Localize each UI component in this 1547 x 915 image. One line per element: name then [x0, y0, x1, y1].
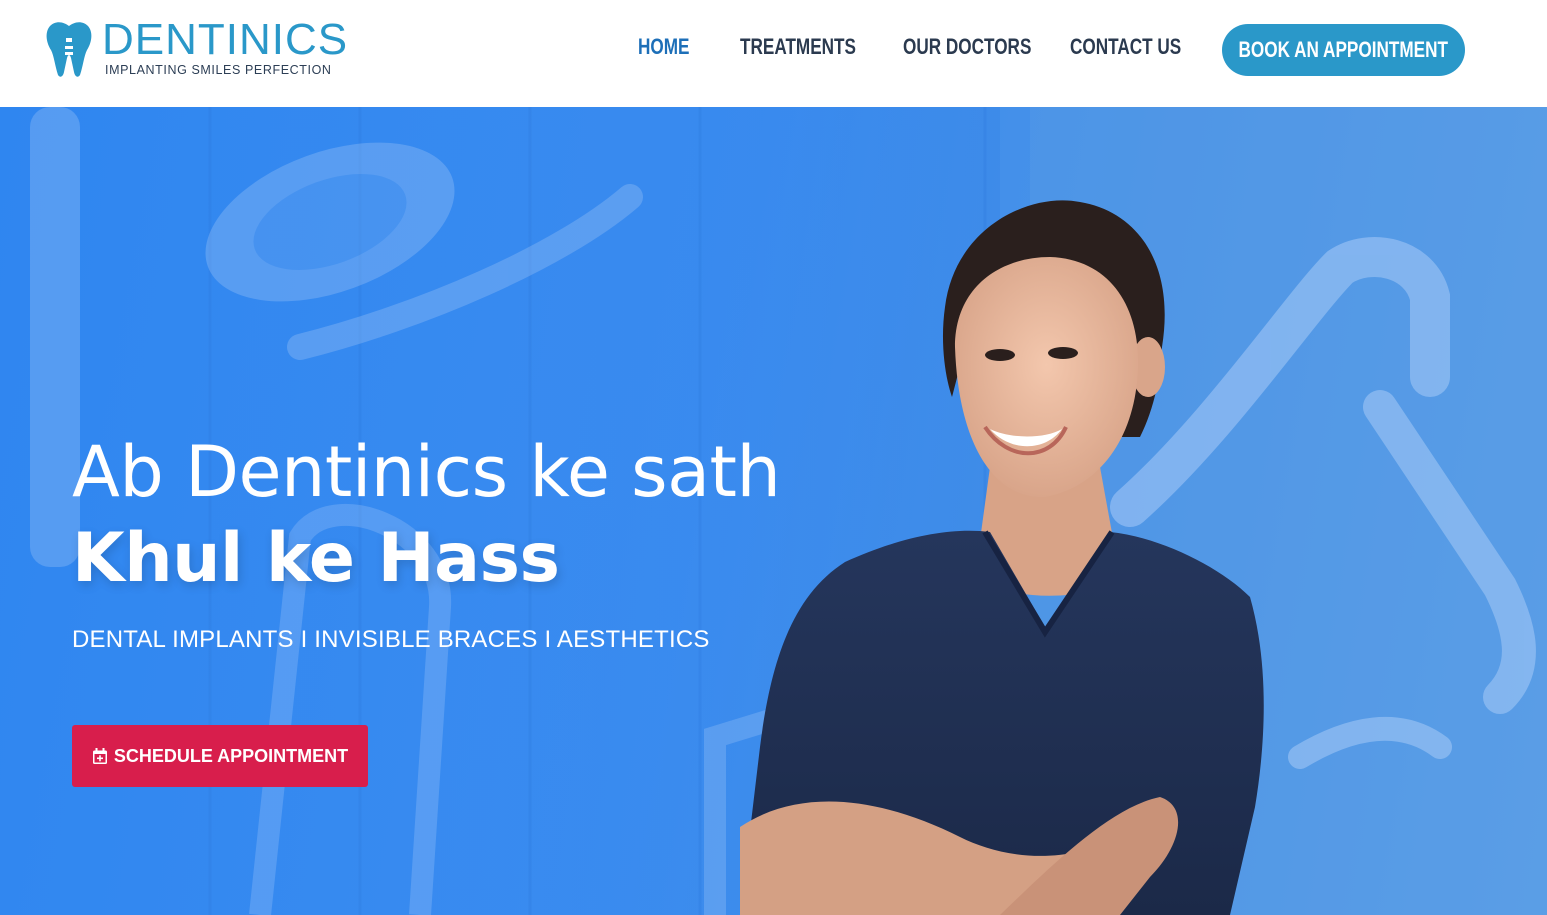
book-appointment-button[interactable]: BOOK AN APPOINTMENT	[1222, 24, 1465, 76]
schedule-appointment-button[interactable]: SCHEDULE APPOINTMENT	[72, 725, 368, 787]
nav-home[interactable]: HOME	[638, 33, 689, 61]
hero-title-line2: Khul ke Hass	[72, 519, 560, 598]
nav-treatments[interactable]: TREATMENTS	[740, 33, 856, 61]
calendar-plus-icon	[92, 747, 107, 764]
book-appointment-label: BOOK AN APPOINTMENT	[1238, 37, 1449, 62]
hero-section: Ab Dentinics ke sath Khul ke Hass DENTAL…	[0, 107, 1547, 915]
hero-subtitle: DENTAL IMPLANTS I INVISIBLE BRACES I AES…	[72, 626, 710, 653]
hero-title-line1: Ab Dentinics ke sath	[72, 431, 781, 513]
nav-our-doctors[interactable]: OUR DOCTORS	[903, 33, 1031, 61]
site-header: DENTINICS IMPLANTING SMILES PERFECTION H…	[0, 0, 1547, 107]
schedule-appointment-label: SCHEDULE APPOINTMENT	[113, 745, 349, 766]
main-nav: HOME TREATMENTS OUR DOCTORS CONTACT US B…	[0, 0, 1547, 100]
nav-contact-us[interactable]: CONTACT US	[1070, 33, 1181, 61]
